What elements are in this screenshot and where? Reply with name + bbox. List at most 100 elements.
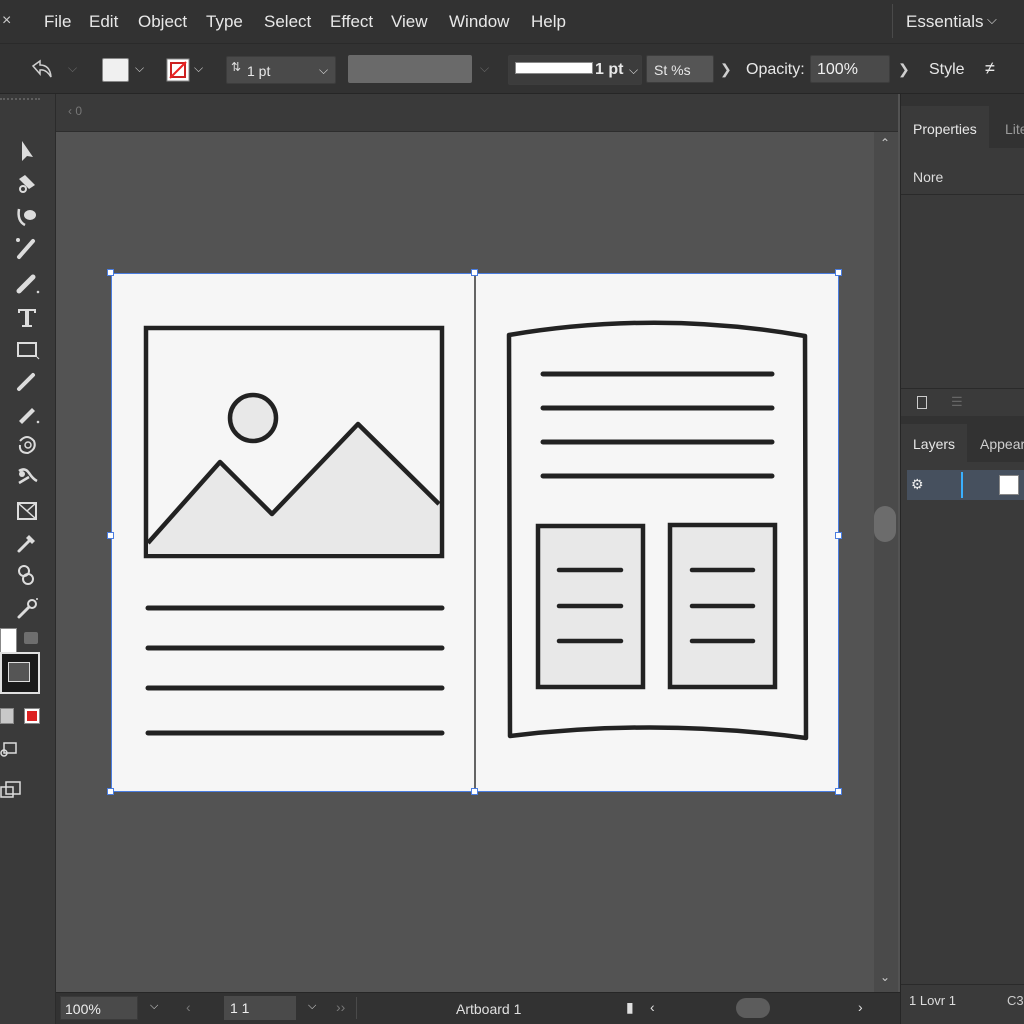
- chevron-down-icon[interactable]: ⌵: [194, 61, 203, 76]
- variable-width-profile[interactable]: [348, 55, 472, 83]
- selection-handle-top-center[interactable]: [471, 269, 478, 276]
- horizontal-scroll-thumb[interactable]: [736, 998, 770, 1018]
- stroke-weight-field[interactable]: ⇅ 1 pt ⌵: [226, 56, 336, 84]
- menu-bar: × File Edit Object Type Select Effect Vi…: [0, 0, 1024, 44]
- shaper-icon[interactable]: [8, 366, 46, 396]
- brush-stroke-preview: [515, 62, 593, 74]
- chevron-down-icon[interactable]: ⌵: [629, 63, 638, 78]
- selection-handle-top-right[interactable]: [835, 269, 842, 276]
- stroke-swatch-icon[interactable]: [0, 652, 40, 694]
- chevron-down-icon[interactable]: ⌵: [480, 61, 489, 76]
- blend-icon[interactable]: [8, 560, 46, 590]
- control-bar: ⌵ ⌵ ⌵ ⇅ 1 pt ⌵ ⌵ 1 pt ⌵ St %s ❯ Opacity:…: [0, 44, 1024, 94]
- tab-appearance[interactable]: Appear: [980, 436, 1024, 452]
- selection-handle-top-left[interactable]: [107, 269, 114, 276]
- opacity-field[interactable]: 100%: [810, 55, 890, 83]
- stroke-none-swatch-icon[interactable]: [166, 58, 190, 82]
- artboard-name: Artboard 1: [456, 1001, 522, 1017]
- menu-object[interactable]: Object: [138, 12, 187, 32]
- align-options-icon[interactable]: ≠: [985, 58, 995, 79]
- page-field-value: 1 1: [230, 1000, 250, 1016]
- style-button[interactable]: Style: [929, 61, 965, 79]
- menu-effect[interactable]: Effect: [330, 12, 373, 32]
- chevron-down-icon[interactable]: ⌵: [987, 12, 997, 28]
- menu-edit[interactable]: Edit: [89, 12, 118, 32]
- draw-mode-icon[interactable]: [0, 740, 20, 758]
- menu-type[interactable]: Type: [206, 12, 243, 32]
- selection-handle-bottom-left[interactable]: [107, 788, 114, 795]
- stepper-icon[interactable]: ⇅: [231, 60, 241, 74]
- menu-select[interactable]: Select: [264, 12, 311, 32]
- tab-layers[interactable]: Layers: [901, 424, 967, 462]
- eyedropper-icon[interactable]: [8, 528, 46, 558]
- color-mode-icon[interactable]: [0, 708, 14, 724]
- chevron-down-icon[interactable]: ⌵: [68, 61, 77, 76]
- scroll-left-icon[interactable]: ‹: [650, 999, 655, 1015]
- zoom-field[interactable]: 100%: [60, 996, 138, 1020]
- curvature-icon[interactable]: [8, 202, 46, 232]
- chevron-down-icon[interactable]: ⌵: [308, 1000, 316, 1013]
- swap-colors-icon[interactable]: [24, 632, 38, 644]
- toolbar-grip[interactable]: [0, 98, 40, 102]
- panel-menu-icon[interactable]: ☰: [951, 394, 963, 410]
- chevron-down-icon[interactable]: ⌵: [150, 1000, 158, 1013]
- direct-selection-icon[interactable]: [8, 170, 46, 200]
- free-transform-icon[interactable]: [8, 496, 46, 526]
- layer-thumbnail: [999, 475, 1019, 495]
- vertical-scrollbar[interactable]: ⌃ ⌄: [874, 132, 898, 992]
- grip-handle[interactable]: [0, 58, 3, 78]
- selection-handle-middle-left[interactable]: [107, 532, 114, 539]
- selection-tool-icon[interactable]: [8, 136, 46, 166]
- menu-file[interactable]: File: [44, 12, 71, 32]
- paintbrush-icon[interactable]: [8, 234, 46, 264]
- menu-view[interactable]: View: [391, 12, 428, 32]
- screen-mode-icon[interactable]: [0, 780, 22, 800]
- panel-divider: [901, 388, 1024, 389]
- scroll-right-icon[interactable]: ›: [858, 999, 863, 1015]
- rectangle-tool-icon[interactable]: [8, 334, 46, 364]
- workspace-switcher[interactable]: Essentials: [906, 12, 983, 32]
- fill-swatch[interactable]: [102, 58, 129, 82]
- chevron-down-icon[interactable]: ⌵: [135, 61, 144, 76]
- rotate-icon[interactable]: [8, 430, 46, 460]
- vertical-scroll-thumb[interactable]: [874, 506, 896, 542]
- style-picker[interactable]: St %s: [646, 55, 714, 83]
- stroke-weight-value: 1 pt: [247, 63, 271, 79]
- layer-row[interactable]: ⚙: [907, 470, 1024, 500]
- selection-handle-bottom-center[interactable]: [471, 788, 478, 795]
- chevron-down-icon[interactable]: ⌵: [319, 63, 328, 78]
- menu-separator: [892, 4, 893, 38]
- symbol-sprayer-icon[interactable]: [8, 594, 46, 624]
- layers-footer-action[interactable]: C3: [1007, 993, 1024, 1008]
- first-artboard-icon[interactable]: ‹: [186, 999, 191, 1015]
- status-menu-icon[interactable]: ▮: [626, 999, 634, 1016]
- menu-window[interactable]: Window: [449, 12, 509, 32]
- chevron-right-icon[interactable]: ❯: [898, 61, 910, 78]
- scroll-up-icon[interactable]: ⌃: [880, 136, 890, 150]
- visibility-icon[interactable]: ⚙: [911, 476, 924, 493]
- tab-libraries[interactable]: Lite: [1005, 121, 1024, 137]
- none-mode-icon[interactable]: [24, 708, 40, 724]
- type-tool-icon[interactable]: [8, 302, 46, 332]
- close-icon[interactable]: ×: [2, 12, 11, 30]
- page-field[interactable]: 1 1: [224, 996, 296, 1020]
- brush-definition[interactable]: 1 pt ⌵: [508, 55, 642, 85]
- scroll-down-icon[interactable]: ⌄: [880, 970, 890, 984]
- next-artboard-icon[interactable]: ››: [336, 999, 345, 1015]
- panel-options-icon[interactable]: [917, 396, 927, 409]
- status-separator: [356, 997, 357, 1019]
- artboard[interactable]: [111, 273, 839, 793]
- selection-handle-bottom-right[interactable]: [835, 788, 842, 795]
- eraser-icon[interactable]: [8, 398, 46, 428]
- pencil-icon[interactable]: [8, 268, 46, 298]
- warp-icon[interactable]: [8, 462, 46, 492]
- selection-handle-middle-right[interactable]: [835, 532, 842, 539]
- menu-help[interactable]: Help: [531, 12, 566, 32]
- left-page-text-lines: [145, 605, 445, 736]
- tab-properties[interactable]: Properties: [901, 106, 989, 148]
- undo-path-icon[interactable]: [30, 58, 54, 80]
- document-tab[interactable]: ‹ 0: [68, 104, 82, 118]
- document-tab-label: 0: [75, 104, 83, 118]
- tab-properties-label: Properties: [913, 121, 977, 137]
- chevron-right-icon[interactable]: ❯: [720, 61, 732, 78]
